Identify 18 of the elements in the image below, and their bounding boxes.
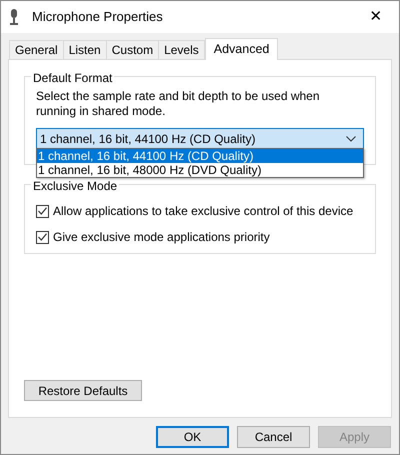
tab[interactable]: Advanced [204,38,278,60]
checkbox-label: Allow applications to take exclusive control of this device [53,203,354,220]
dialog-button[interactable]: Cancel [237,426,310,448]
checkbox[interactable] [36,230,49,244]
restore-defaults-button[interactable]: Restore Defaults [24,380,142,401]
microphone-icon [10,9,18,25]
chevron-down-icon [346,136,356,142]
dialog-button[interactable]: OK [156,426,229,448]
close-button[interactable]: ✕ [353,6,399,28]
checkbox[interactable] [36,204,49,218]
description: Select the sample rate and bit depth to be used when running in shared mode. [36,89,321,119]
format-dropdown[interactable]: 1 channel, 16 bit, 44100 Hz (CD Quality) [36,128,364,149]
dropdown-option[interactable]: 1 channel, 16 bit, 44100 Hz (CD Quality) [37,149,363,163]
dropdown-option[interactable]: 1 channel, 16 bit, 48000 Hz (DVD Quality) [37,163,363,177]
tab[interactable]: General [9,40,64,59]
checkbox-label: Give exclusive mode applications priority [53,229,270,246]
window-title: Microphone Properties [32,8,163,26]
tab[interactable]: Levels [158,40,205,59]
